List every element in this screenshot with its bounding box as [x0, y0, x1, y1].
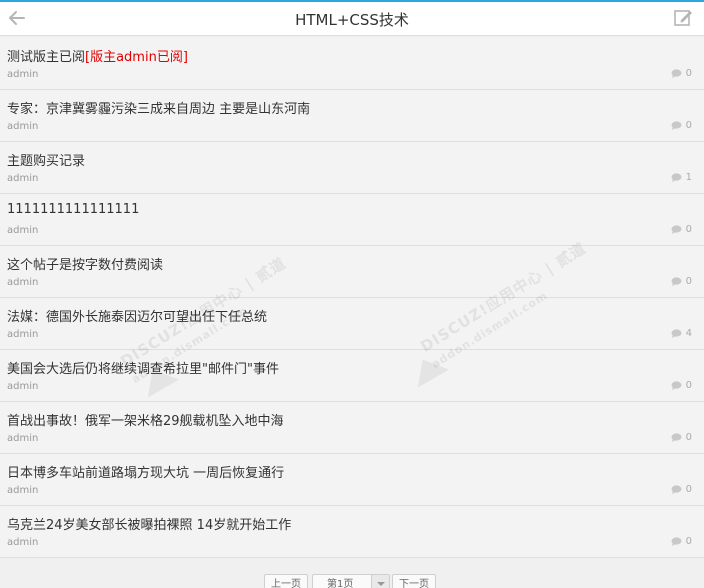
- thread-row[interactable]: 乌克兰24岁美女部长被曝拍裸照 14岁就开始工作 admin 0: [0, 506, 704, 558]
- thread-row[interactable]: 主题购买记录 admin 1: [0, 142, 704, 194]
- thread-row[interactable]: 日本博多车站前道路塌方现大坑 一周后恢复通行 admin 0: [0, 454, 704, 506]
- comment-icon: [671, 537, 682, 546]
- thread-author: admin: [7, 173, 39, 184]
- comment-icon: [671, 485, 682, 494]
- thread-title[interactable]: 法媒：德国外长施泰因迈尔可望出任下任总统: [7, 306, 267, 325]
- reply-count: 0: [671, 432, 692, 443]
- thread-row[interactable]: 专家：京津冀雾霾污染三成来自周边 主要是山东河南 admin 0: [0, 90, 704, 142]
- new-post-button[interactable]: [672, 7, 694, 29]
- comment-icon: [671, 69, 682, 78]
- thread-list: 测试版主已阅[版主admin已阅] admin 0 专家：京津冀雾霾污染三成来自…: [0, 38, 704, 558]
- comment-icon: [671, 329, 682, 338]
- thread-row[interactable]: 首战出事故！俄军一架米格29舰载机坠入地中海 admin 0: [0, 402, 704, 454]
- thread-author: admin: [7, 433, 39, 444]
- pagination: 上一页 第1页 下一页: [0, 574, 704, 588]
- reply-count: 0: [671, 224, 692, 235]
- thread-title[interactable]: 日本博多车站前道路塌方现大坑 一周后恢复通行: [7, 462, 284, 481]
- thread-title[interactable]: 这个帖子是按字数付费阅读: [7, 254, 163, 273]
- reply-count: 0: [671, 276, 692, 287]
- page-select[interactable]: 第1页: [312, 574, 390, 588]
- reply-count: 0: [671, 120, 692, 131]
- thread-author: admin: [7, 329, 39, 340]
- prev-page-button[interactable]: 上一页: [264, 574, 308, 588]
- comment-icon: [671, 277, 682, 286]
- thread-row[interactable]: 测试版主已阅[版主admin已阅] admin 0: [0, 38, 704, 90]
- thread-title[interactable]: 1111111111111111: [7, 202, 139, 217]
- reply-count: 0: [671, 380, 692, 391]
- reply-count: 0: [671, 68, 692, 79]
- reply-count: 0: [671, 536, 692, 547]
- comment-icon: [671, 381, 682, 390]
- thread-author: admin: [7, 69, 39, 80]
- reply-count: 0: [671, 484, 692, 495]
- thread-row[interactable]: 美国会大选后仍将继续调查希拉里"邮件门"事件 admin 0: [0, 350, 704, 402]
- thread-author: admin: [7, 225, 39, 236]
- comment-icon: [671, 433, 682, 442]
- top-bar: HTML+CSS技术: [0, 0, 704, 36]
- thread-title[interactable]: 测试版主已阅[版主admin已阅]: [7, 46, 188, 65]
- comment-icon: [671, 121, 682, 130]
- thread-row[interactable]: 这个帖子是按字数付费阅读 admin 0: [0, 246, 704, 298]
- dropdown-arrow-icon: [371, 575, 389, 588]
- thread-row[interactable]: 1111111111111111 admin 0: [0, 194, 704, 246]
- page-select-value: 第1页: [327, 579, 354, 588]
- comment-icon: [671, 173, 682, 182]
- edit-icon: [674, 10, 692, 26]
- reply-count: 1: [671, 172, 692, 183]
- comment-icon: [671, 225, 682, 234]
- reply-count: 4: [671, 328, 692, 339]
- thread-author: admin: [7, 121, 39, 132]
- thread-title[interactable]: 主题购买记录: [7, 150, 85, 169]
- thread-row[interactable]: 法媒：德国外长施泰因迈尔可望出任下任总统 admin 4: [0, 298, 704, 350]
- thread-author: admin: [7, 485, 39, 496]
- thread-title[interactable]: 乌克兰24岁美女部长被曝拍裸照 14岁就开始工作: [7, 514, 291, 533]
- thread-author: admin: [7, 381, 39, 392]
- thread-author: admin: [7, 277, 39, 288]
- thread-title[interactable]: 首战出事故！俄军一架米格29舰载机坠入地中海: [7, 410, 284, 429]
- thread-author: admin: [7, 537, 39, 548]
- thread-title[interactable]: 专家：京津冀雾霾污染三成来自周边 主要是山东河南: [7, 98, 310, 117]
- next-page-button[interactable]: 下一页: [392, 574, 436, 588]
- page-title: HTML+CSS技术: [295, 11, 409, 29]
- read-tag: [版主admin已阅]: [85, 50, 188, 65]
